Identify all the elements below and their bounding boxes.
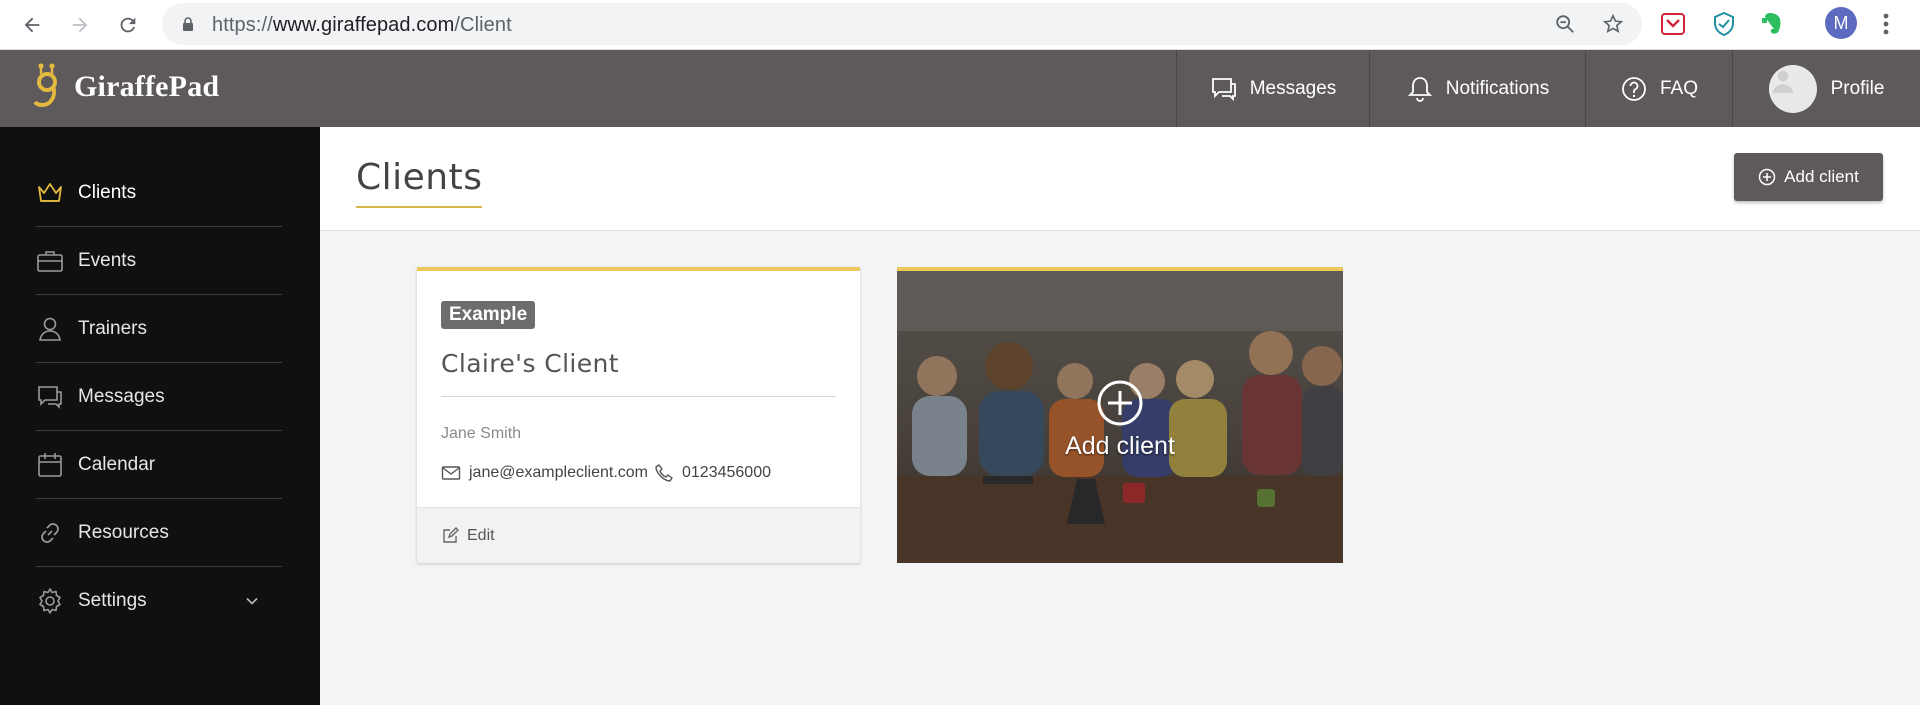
zoom-out-icon[interactable] bbox=[1554, 13, 1576, 35]
add-client-button[interactable]: Add client bbox=[1734, 153, 1883, 201]
nav-notifications-label: Notifications bbox=[1445, 77, 1550, 99]
nav-faq-label: FAQ bbox=[1659, 77, 1698, 99]
pocket-extension-icon[interactable] bbox=[1660, 11, 1686, 37]
add-client-tile-label: Add client bbox=[1065, 432, 1175, 460]
top-navigation: Messages Notifications FAQ Profile bbox=[1176, 50, 1920, 127]
sidebar-item-calendar[interactable]: Calendar bbox=[36, 431, 282, 499]
briefcase-icon bbox=[37, 250, 63, 272]
giraffe-logo-icon bbox=[33, 63, 57, 107]
more-vert-icon[interactable] bbox=[1876, 10, 1896, 38]
crown-icon bbox=[38, 182, 62, 202]
star-icon[interactable] bbox=[1602, 13, 1624, 35]
link-icon bbox=[41, 522, 59, 543]
logo-text: GiraffePad bbox=[74, 70, 220, 103]
sidebar-item-label: Trainers bbox=[78, 317, 147, 339]
example-badge: Example bbox=[441, 301, 536, 329]
plus-circle-icon bbox=[1758, 168, 1776, 186]
gear-icon bbox=[39, 588, 61, 614]
client-name[interactable]: Claire's Client bbox=[441, 349, 619, 378]
lock-icon bbox=[183, 17, 193, 31]
bell-icon bbox=[1407, 76, 1432, 102]
edit-label: Edit bbox=[467, 526, 495, 544]
edit-icon bbox=[443, 526, 459, 543]
address-bar[interactable]: https://www.giraffepad.com/Client bbox=[162, 3, 1642, 45]
add-client-tile[interactable]: Add client bbox=[897, 267, 1343, 563]
chevron-down-icon[interactable] bbox=[244, 593, 260, 609]
shield-extension-icon[interactable] bbox=[1711, 11, 1737, 37]
sidebar-item-label: Resources bbox=[78, 521, 169, 543]
evernote-extension-icon[interactable] bbox=[1759, 11, 1785, 37]
contact-name: Jane Smith bbox=[441, 425, 522, 442]
back-button[interactable] bbox=[16, 9, 48, 41]
nav-notifications[interactable]: Notifications bbox=[1369, 50, 1585, 127]
arrow-left-icon bbox=[24, 17, 40, 33]
sidebar-item-label: Messages bbox=[78, 385, 165, 407]
contact-details: jane@exampleclient.com 0123456000 bbox=[441, 463, 771, 483]
edit-button[interactable]: Edit bbox=[417, 507, 860, 563]
nav-faq[interactable]: FAQ bbox=[1585, 50, 1732, 127]
plus-circle-icon bbox=[1097, 380, 1143, 426]
contact-phone[interactable]: 0123456000 bbox=[682, 464, 771, 482]
phone-icon bbox=[655, 464, 673, 482]
nav-messages-label: Messages bbox=[1249, 77, 1337, 99]
avatar bbox=[1768, 64, 1817, 113]
chat-icon bbox=[38, 385, 62, 409]
url-text: https://www.giraffepad.com/Client bbox=[212, 14, 512, 36]
question-icon bbox=[1622, 76, 1646, 101]
giraffepad-logo[interactable]: GiraffePad bbox=[30, 62, 219, 112]
sidebar-item-label: Settings bbox=[78, 590, 147, 611]
nav-profile-label: Profile bbox=[1830, 77, 1885, 99]
sidebar-item-label: Clients bbox=[78, 181, 137, 203]
contact-email[interactable]: jane@exampleclient.com bbox=[469, 464, 648, 482]
sidebar-item-label: Calendar bbox=[78, 453, 156, 475]
page-title: Clients bbox=[356, 157, 483, 208]
client-card[interactable]: Example Claire's Client Jane Smith jane@… bbox=[417, 267, 860, 563]
sidebar-item-trainers[interactable]: Trainers bbox=[36, 295, 282, 363]
forward-button[interactable] bbox=[64, 9, 96, 41]
page-header: Clients Add client bbox=[320, 127, 1920, 231]
sidebar-item-events[interactable]: Events bbox=[36, 227, 282, 295]
app-header: GiraffePad Messages Notifications FAQ Pr… bbox=[0, 50, 1920, 127]
sidebar-item-settings[interactable]: Settings bbox=[36, 567, 282, 635]
user-icon bbox=[39, 317, 61, 341]
browser-toolbar: https://www.giraffepad.com/Client M bbox=[0, 0, 1920, 50]
reload-icon bbox=[120, 17, 136, 33]
arrow-right-icon bbox=[72, 17, 88, 33]
add-client-button-label: Add client bbox=[1784, 167, 1859, 186]
envelope-icon bbox=[441, 466, 461, 480]
sidebar-item-clients[interactable]: Clients bbox=[36, 159, 282, 227]
chat-icon bbox=[1211, 77, 1236, 101]
sidebar-item-messages[interactable]: Messages bbox=[36, 363, 282, 431]
sidebar-item-label: Events bbox=[78, 249, 137, 271]
sidebar-item-resources[interactable]: Resources bbox=[36, 499, 282, 567]
reload-button[interactable] bbox=[112, 9, 144, 41]
browser-profile-avatar[interactable]: M bbox=[1825, 7, 1857, 39]
card-divider bbox=[441, 396, 836, 397]
calendar-icon bbox=[38, 452, 62, 477]
nav-profile[interactable]: Profile bbox=[1732, 50, 1920, 127]
nav-messages[interactable]: Messages bbox=[1176, 50, 1369, 127]
sidebar: Clients Events Trainers Messages Calenda… bbox=[0, 127, 320, 705]
